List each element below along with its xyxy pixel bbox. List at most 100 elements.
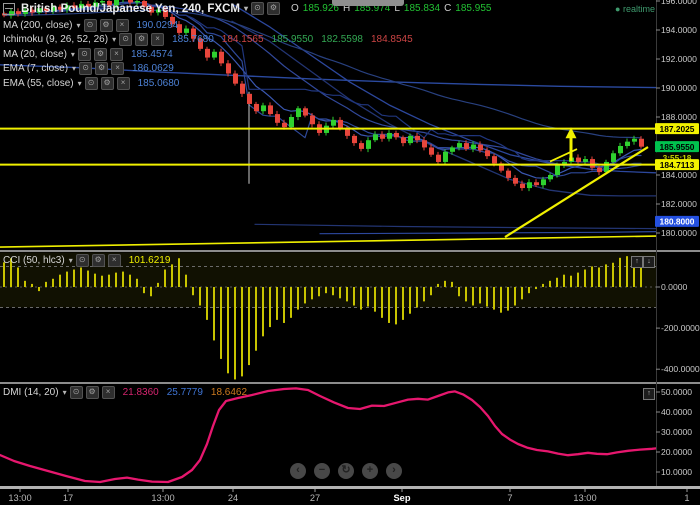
candle-body	[254, 103, 259, 112]
eye-icon[interactable]: ⊙	[83, 19, 97, 32]
close-icon[interactable]: ×	[111, 62, 125, 75]
chevron-down-icon[interactable]: ▾	[112, 35, 116, 44]
legend-ema7[interactable]: EMA (7, close) ▾ ⊙ ⚙ × 186.0629	[3, 62, 174, 75]
chevron-down-icon[interactable]: ▾	[76, 21, 80, 30]
candle-body	[618, 146, 623, 154]
candle-body	[443, 151, 448, 162]
eye-icon[interactable]: ⊙	[79, 62, 93, 75]
time-axis-separator[interactable]	[0, 486, 700, 489]
candle-body	[555, 164, 560, 175]
pane-separator[interactable]	[0, 250, 700, 252]
candle-body	[625, 141, 630, 146]
candle-body	[541, 179, 546, 186]
candle-body	[226, 63, 231, 74]
candle-body	[464, 143, 469, 149]
gear-icon[interactable]: ⚙	[85, 386, 99, 399]
gear-icon[interactable]: ⚙	[91, 254, 105, 267]
candle-body	[240, 83, 245, 94]
cloud-flat-line	[254, 223, 656, 230]
price-axis[interactable]	[656, 0, 700, 486]
indicator-label[interactable]: MA (20, close)	[3, 49, 67, 60]
symbol-legend-row[interactable]: British Pound/Japanese Yen, 240, FXCM ▾ …	[3, 2, 491, 15]
tenkan-value: 185.7680	[172, 34, 214, 45]
high-value: 185.974	[354, 3, 391, 14]
candle-body	[275, 114, 280, 123]
pan-right-button[interactable]: ›	[386, 463, 402, 479]
candle-body	[352, 135, 357, 144]
chevron-down-icon[interactable]: ▾	[71, 50, 75, 59]
gear-icon[interactable]: ⚙	[100, 77, 114, 90]
eye-icon[interactable]: ⊙	[251, 2, 265, 15]
cci-pane-up-button[interactable]: ↑	[631, 256, 643, 268]
legend-cci[interactable]: CCI (50, hlc3) ▾ ⊙ ⚙ × 101.6219	[3, 254, 170, 267]
zoom-in-button[interactable]: +	[362, 463, 378, 479]
candle-body	[261, 105, 266, 112]
candle-body	[485, 150, 490, 157]
indicator-label[interactable]: Ichimoku (9, 26, 52, 26)	[3, 34, 108, 45]
open-value: 185.926	[302, 3, 339, 14]
chevron-down-icon[interactable]: ▾	[244, 4, 248, 13]
legend-ma20[interactable]: MA (20, close) ▾ ⊙ ⚙ × 185.4574	[3, 48, 173, 61]
legend-ema55[interactable]: EMA (55, close) ▾ ⊙ ⚙ × 185.0680	[3, 77, 179, 90]
close-icon[interactable]: ×	[107, 254, 121, 267]
eye-icon[interactable]: ⊙	[69, 386, 83, 399]
indicator-label[interactable]: DMI (14, 20)	[3, 387, 59, 398]
pan-left-button[interactable]: ‹	[290, 463, 306, 479]
eye-icon[interactable]: ⊙	[119, 33, 133, 46]
candle-body	[506, 170, 511, 178]
candle-body	[338, 119, 343, 129]
eye-icon[interactable]: ⊙	[77, 48, 91, 61]
cci-pane-down-button[interactable]: ↓	[643, 256, 655, 268]
candle-body	[597, 167, 602, 173]
low-value: 185.834	[403, 3, 441, 14]
chart-canvas: 196.0000194.0000192.0000190.0000188.0000…	[0, 0, 700, 505]
close-icon[interactable]: ×	[116, 77, 130, 90]
gear-icon[interactable]: ⚙	[99, 19, 113, 32]
indicator-label[interactable]: EMA (55, close)	[3, 78, 74, 89]
candle-body	[513, 177, 518, 184]
close-icon[interactable]: ×	[115, 19, 129, 32]
legend-ichimoku[interactable]: Ichimoku (9, 26, 52, 26) ▾ ⊙ ⚙ × 185.768…	[3, 33, 413, 46]
reset-view-button[interactable]: ↻	[338, 463, 354, 479]
close-icon[interactable]: ×	[109, 48, 123, 61]
legend-dmi[interactable]: DMI (14, 20) ▾ ⊙ ⚙ × 21.8360 25.7779 18.…	[3, 386, 247, 399]
indicator-value: 185.0680	[137, 78, 180, 89]
indicator-label[interactable]: MA (200, close)	[3, 20, 72, 31]
pane-separator[interactable]	[0, 382, 700, 384]
chevron-down-icon[interactable]: ▾	[63, 388, 67, 397]
chevron-down-icon[interactable]: ▾	[72, 64, 76, 73]
senkou-b-value: 182.5598	[321, 34, 363, 45]
zoom-out-button[interactable]: −	[314, 463, 330, 479]
dmi-pane-up-button[interactable]: ↑	[643, 388, 655, 400]
time-axis[interactable]	[0, 489, 700, 505]
cci-pane	[0, 252, 656, 380]
candle-body	[457, 143, 462, 148]
candle-body	[289, 117, 294, 128]
gear-icon[interactable]: ⚙	[135, 33, 149, 46]
chevron-down-icon[interactable]: ▾	[69, 256, 73, 265]
candle-body	[387, 132, 392, 139]
gear-icon[interactable]: ⚙	[93, 48, 107, 61]
long-term-trendline[interactable]	[0, 235, 656, 248]
gear-icon[interactable]: ⚙	[267, 2, 281, 15]
candle-body	[429, 147, 434, 155]
candle-body	[471, 144, 476, 149]
symbol-title[interactable]: British Pound/Japanese Yen, 240, FXCM	[21, 3, 240, 15]
senkou-a-value: 185.9550	[271, 34, 314, 45]
indicator-label[interactable]: CCI (50, hlc3)	[3, 255, 65, 266]
indicator-label[interactable]: EMA (7, close)	[3, 63, 68, 74]
candle-body	[247, 93, 252, 104]
eye-icon[interactable]: ⊙	[84, 77, 98, 90]
candle-body	[408, 135, 413, 144]
chevron-down-icon[interactable]: ▾	[78, 79, 82, 88]
candle-body	[590, 159, 595, 168]
gear-icon[interactable]: ⚙	[95, 62, 109, 75]
chart-style-icon[interactable]	[3, 2, 15, 15]
candle-body	[492, 156, 497, 164]
plus-di-value: 25.7779	[166, 387, 203, 398]
candle-body	[303, 108, 308, 116]
eye-icon[interactable]: ⊙	[75, 254, 89, 267]
close-icon[interactable]: ×	[101, 386, 115, 399]
legend-ma200[interactable]: MA (200, close) ▾ ⊙ ⚙ × 190.0294	[3, 19, 178, 32]
close-icon[interactable]: ×	[151, 33, 165, 46]
